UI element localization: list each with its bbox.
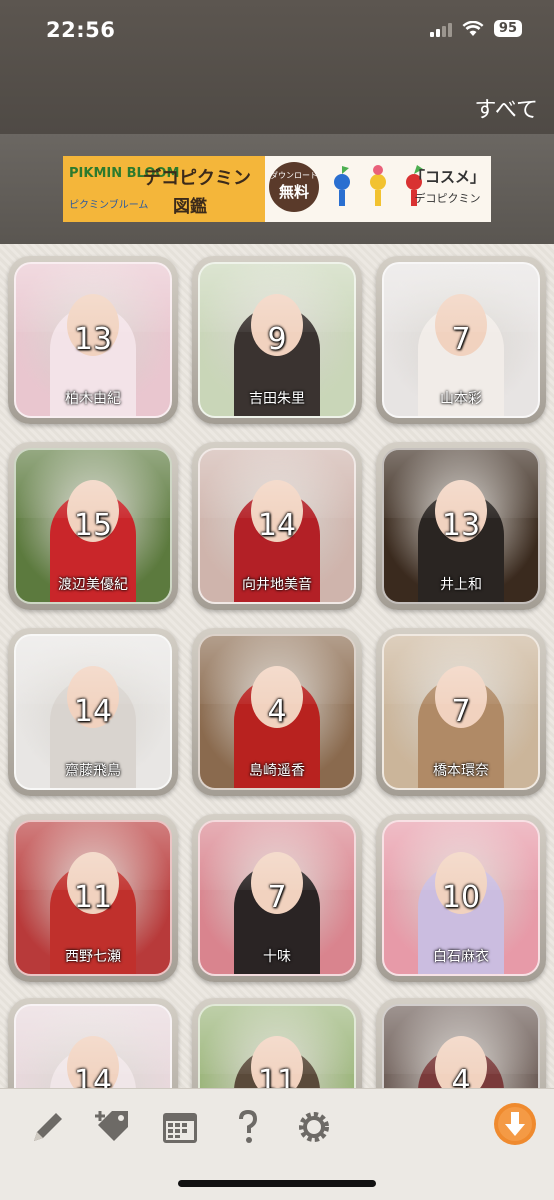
ad-cosme-block: 「コスメ」 デコピクミン [410, 166, 485, 206]
member-name: 柏木由紀 [65, 391, 121, 407]
member-name: 西野七瀬 [65, 949, 121, 965]
member-name: 吉田朱里 [249, 391, 305, 407]
member-count: 9 [267, 322, 287, 357]
ad-right-panel: ダウンロード 無料 「コスメ」 デコピクミン [265, 156, 491, 222]
member-name: 十味 [263, 949, 291, 965]
member-photo: 13 柏木由紀 [14, 262, 172, 418]
status-time: 22:56 [46, 18, 116, 42]
member-name: 山本彩 [440, 391, 482, 407]
ad-small-text: ピクミンブルーム [69, 200, 149, 211]
member-tile[interactable]: 7 十味 [192, 814, 362, 982]
member-count: 10 [441, 880, 481, 915]
member-photo: 14 向井地美音 [198, 448, 356, 604]
member-count: 13 [73, 322, 113, 357]
member-tile[interactable]: 13 柏木由紀 [8, 256, 178, 424]
tag-add-icon[interactable] [94, 1107, 134, 1147]
status-icons: 95 [429, 20, 522, 37]
member-name: 齋藤飛鳥 [65, 763, 121, 779]
member-count: 15 [73, 508, 113, 543]
member-name: 渡辺美優紀 [58, 577, 128, 593]
download-icon[interactable] [492, 1101, 538, 1147]
ad-cosme-sub: デコピクミン [414, 192, 481, 205]
app-header: 22:56 95 すべて [0, 0, 554, 134]
ad-title: デコピクミン [143, 168, 251, 189]
ad-badge-top: ダウンロード [270, 171, 318, 180]
member-tile[interactable]: 14 齋藤飛鳥 [8, 628, 178, 796]
ad-area: PIKMIN BLOOM ピクミンブルーム デコピクミン 図鑑 ダウンロード 無… [0, 134, 554, 244]
member-photo: 7 橋本環奈 [382, 634, 540, 790]
member-tile[interactable]: 15 渡辺美優紀 [8, 442, 178, 610]
member-count: 4 [267, 694, 287, 729]
member-grid: 13 柏木由紀 9 吉田朱里 7 山本彩 15 渡辺美優紀 14 向井地美音 1… [0, 244, 554, 1088]
home-indicator [178, 1180, 376, 1187]
member-count: 14 [73, 694, 113, 729]
filter-all-button[interactable]: すべて [474, 92, 538, 124]
ad-badge-main: 無料 [278, 183, 309, 201]
member-name: 向井地美音 [242, 577, 312, 593]
member-tile[interactable]: 7 山本彩 [376, 256, 546, 424]
member-photo: 9 吉田朱里 [198, 262, 356, 418]
member-tile[interactable]: 10 白石麻衣 [376, 814, 546, 982]
member-photo: 13 井上和 [382, 448, 540, 604]
cellular-signal-icon [429, 21, 452, 37]
member-name: 橋本環奈 [433, 763, 489, 779]
calendar-icon[interactable] [160, 1107, 200, 1147]
member-photo: 4 [382, 1004, 540, 1088]
member-count: 11 [73, 880, 113, 915]
member-photo: 4 島崎遥香 [198, 634, 356, 790]
pikmin-icon [334, 166, 350, 206]
member-tile[interactable]: 9 吉田朱里 [192, 256, 362, 424]
member-tile[interactable]: 4 島崎遥香 [192, 628, 362, 796]
member-name: 白石麻衣 [433, 949, 489, 965]
settings-icon[interactable] [294, 1107, 334, 1147]
member-tile[interactable]: 14 向井地美音 [192, 442, 362, 610]
member-tile[interactable]: 14 [8, 998, 178, 1088]
wifi-icon [462, 20, 484, 36]
pencil-icon[interactable] [28, 1107, 68, 1147]
member-count: 14 [257, 508, 297, 543]
member-count: 7 [267, 880, 287, 915]
ad-free-badge: ダウンロード 無料 [269, 162, 319, 212]
ad-subtitle: 図鑑 [173, 197, 207, 217]
battery-indicator: 95 [493, 20, 522, 37]
member-tile[interactable]: 13 井上和 [376, 442, 546, 610]
member-photo: 7 十味 [198, 820, 356, 976]
member-photo: 10 白石麻衣 [382, 820, 540, 976]
member-photo: 14 [14, 1004, 172, 1088]
member-tile[interactable]: 11 西野七瀬 [8, 814, 178, 982]
member-photo: 11 西野七瀬 [14, 820, 172, 976]
ad-banner[interactable]: PIKMIN BLOOM ピクミンブルーム デコピクミン 図鑑 ダウンロード 無… [63, 156, 491, 222]
member-photo: 7 山本彩 [382, 262, 540, 418]
member-count: 4 [451, 1064, 471, 1088]
member-name: 井上和 [440, 577, 482, 593]
member-photo: 11 [198, 1004, 356, 1088]
member-tile[interactable]: 7 橋本環奈 [376, 628, 546, 796]
member-count: 7 [451, 322, 471, 357]
pikmin-icon [370, 165, 386, 206]
ad-cosme-title: 「コスメ」 [409, 168, 485, 186]
help-icon[interactable] [228, 1107, 268, 1147]
member-count: 13 [441, 508, 481, 543]
member-photo: 14 齋藤飛鳥 [14, 634, 172, 790]
ad-left-panel: PIKMIN BLOOM ピクミンブルーム デコピクミン 図鑑 [63, 156, 265, 222]
member-count: 7 [451, 694, 471, 729]
member-tile[interactable]: 4 [376, 998, 546, 1088]
member-tile[interactable]: 11 [192, 998, 362, 1088]
member-photo: 15 渡辺美優紀 [14, 448, 172, 604]
member-count: 11 [257, 1064, 297, 1088]
member-count: 14 [73, 1064, 113, 1088]
member-name: 島崎遥香 [249, 763, 305, 779]
